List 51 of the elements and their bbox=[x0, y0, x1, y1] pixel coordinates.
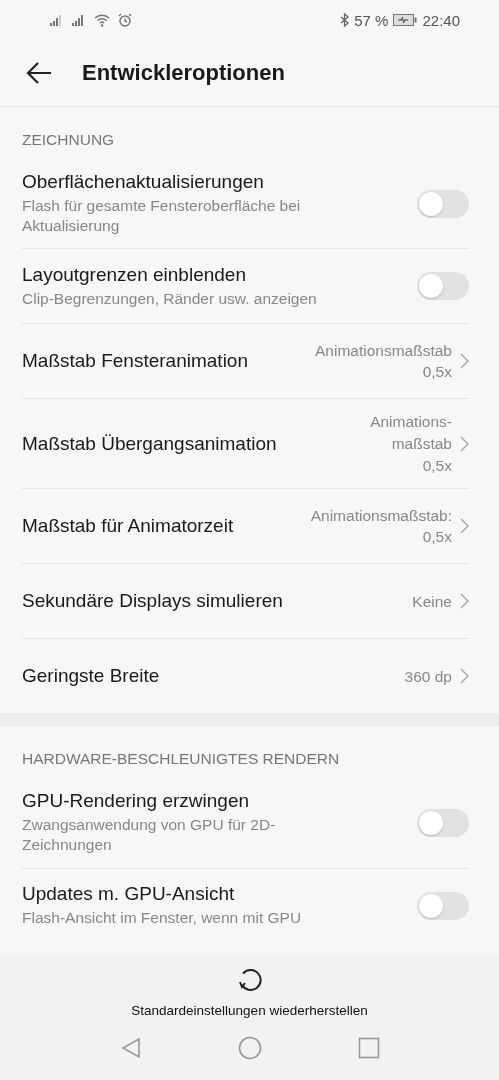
settings-row[interactable]: Layoutgrenzen einblenden Clip-Begrenzungen, Ränder usw. anzeigen bbox=[22, 249, 469, 325]
setting-title: Maßstab für Animatorzeit bbox=[22, 515, 235, 538]
settings-row[interactable]: Geringste Breite 360 dp bbox=[22, 639, 469, 714]
setting-value: Animations- maßstab 0,5x bbox=[370, 412, 452, 476]
back-nav-icon[interactable] bbox=[119, 1037, 142, 1059]
chevron-icon bbox=[460, 593, 469, 610]
chevron-icon bbox=[460, 435, 469, 452]
toggle-switch[interactable] bbox=[417, 189, 469, 218]
setting-title: Geringste Breite bbox=[22, 665, 161, 688]
signal-icon bbox=[72, 14, 86, 26]
settings-row[interactable]: Maßstab Fensteranimation Animationsmaßstab 0,5x bbox=[22, 324, 469, 400]
section-header: HARDWARE-BESCHLEUNIGTES RENDERN bbox=[21, 749, 341, 770]
chevron-icon bbox=[460, 668, 469, 685]
setting-description: Flash-Ansicht im Fenster, wenn mit GPU bbox=[22, 908, 303, 929]
settings-row[interactable]: Updates m. GPU-Ansicht Flash-Ansicht im Fenster, wenn mit GPU bbox=[22, 868, 469, 943]
setting-value: 360 dp bbox=[404, 666, 452, 687]
home-nav-icon[interactable] bbox=[237, 1036, 262, 1060]
section-header: ZEICHNUNG bbox=[21, 130, 116, 150]
settings-row[interactable]: Maßstab für Animatorzeit Animationsmaßstab: 0,5x bbox=[22, 489, 469, 565]
setting-title: Maßstab Fensteranimation bbox=[22, 350, 249, 373]
battery-percent: 57 % bbox=[354, 11, 389, 29]
setting-description: Clip-Begrenzungen, Ränder usw. anzeigen bbox=[22, 288, 318, 309]
setting-description: Zwangsanwendung von GPU für 2D-Zeichnungen bbox=[22, 815, 277, 856]
bluetooth-icon bbox=[340, 13, 350, 27]
setting-value: Keine bbox=[412, 591, 452, 612]
setting-value: Animationsmaßstab: 0,5x bbox=[310, 505, 452, 548]
setting-title: Layoutgrenzen einblenden bbox=[22, 263, 247, 286]
toggle-switch[interactable] bbox=[417, 272, 469, 301]
wifi-icon bbox=[94, 13, 110, 27]
battery-icon bbox=[393, 14, 418, 26]
page-title: Entwickleroptionen bbox=[82, 60, 285, 86]
signal-icon bbox=[50, 14, 64, 26]
toggle-switch[interactable] bbox=[417, 891, 469, 920]
settings-row[interactable]: Sekundäre Displays simulieren Keine bbox=[22, 564, 469, 640]
recents-nav-icon[interactable] bbox=[357, 1037, 380, 1059]
setting-value: Animationsmaßstab 0,5x bbox=[315, 340, 452, 383]
setting-title: Sekundäre Displays simulieren bbox=[22, 590, 284, 613]
setting-title: Updates m. GPU-Ansicht bbox=[22, 883, 236, 906]
clock-time: 22:40 bbox=[422, 11, 460, 29]
toggle-switch[interactable] bbox=[417, 809, 469, 837]
alarm-icon bbox=[118, 13, 132, 27]
setting-title: Oberflächenaktualisierungen bbox=[22, 171, 265, 193]
chevron-icon bbox=[460, 518, 469, 535]
setting-description: Flash für gesamte Fensteroberfläche bei Aktualisierung bbox=[22, 196, 302, 237]
setting-title: GPU-Rendering erzwingen bbox=[22, 790, 251, 813]
back-button[interactable] bbox=[24, 60, 54, 86]
chevron-icon bbox=[460, 353, 469, 370]
setting-title: Maßstab Übergangsanimation bbox=[22, 432, 278, 455]
settings-row[interactable]: Maßstab Übergangsanimation Animations- maßstab 0,5x bbox=[22, 399, 469, 490]
settings-row[interactable]: Oberflächenaktualisierungen Flash für gesamte Fensteroberfläche bei Aktualisierung bbox=[22, 159, 469, 250]
settings-row[interactable]: GPU-Rendering erzwingen Zwangsanwendung von GPU für 2D-Zeichnungen bbox=[22, 778, 469, 869]
